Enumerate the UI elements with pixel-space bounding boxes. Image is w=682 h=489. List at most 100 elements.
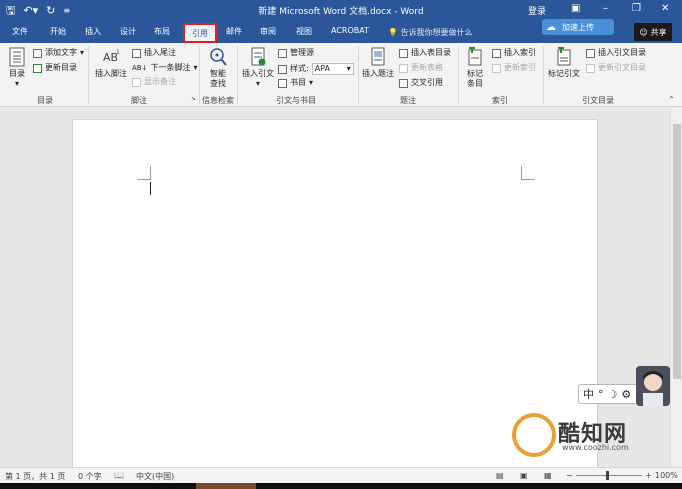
tab-design[interactable]: 设计: [120, 26, 136, 37]
update-toc-button[interactable]: 更新目录: [33, 63, 77, 73]
tab-layout[interactable]: 布局: [154, 26, 170, 37]
gear-icon[interactable]: ⚙: [621, 388, 631, 401]
text-cursor: [150, 182, 151, 195]
insert-caption-button[interactable]: 插入题注: [361, 47, 395, 79]
zoom-level[interactable]: 100%: [655, 471, 678, 480]
group-label-authorities: 引文目录: [582, 96, 614, 105]
next-footnote-button[interactable]: AB↓ 下一条脚注 ▾: [132, 63, 197, 73]
minimize-icon[interactable]: –: [603, 3, 608, 14]
group-separator: [458, 46, 459, 104]
toc-button[interactable]: 目录 ▾: [6, 47, 28, 89]
smart-lookup-icon: [210, 48, 227, 66]
style-select[interactable]: APA ▾: [311, 63, 354, 75]
language-indicator[interactable]: 中文(中国): [136, 471, 174, 482]
print-layout-icon[interactable]: ▣: [520, 471, 528, 480]
next-footnote-icon: AB↓: [132, 64, 148, 72]
update-index-icon: [492, 63, 501, 73]
update-table-icon: [399, 63, 408, 73]
dropdown-arrow-icon: ▾: [80, 48, 85, 57]
web-layout-icon[interactable]: ▦: [544, 471, 552, 480]
avatar-image-icon: [636, 366, 670, 406]
smart-lookup-button[interactable]: 智能 查找: [206, 47, 230, 89]
sync-upload-button[interactable]: ☁ 加速上传: [542, 19, 614, 35]
tab-review[interactable]: 审阅: [260, 26, 276, 37]
dropdown-arrow-icon: ▾: [255, 79, 260, 88]
toc-icon: [9, 47, 25, 67]
update-toc-icon: [33, 63, 42, 73]
tab-acrobat[interactable]: ACROBAT: [331, 26, 369, 35]
update-toa-icon: [586, 63, 595, 73]
footnote-icon: AB1: [103, 49, 120, 64]
ime-toolbar[interactable]: 中 ° ☽ ⚙: [578, 384, 638, 404]
mark-entry-button[interactable]: 标记 条目: [463, 47, 487, 89]
update-toa-button[interactable]: 更新引文目录: [586, 63, 646, 73]
insert-endnote-button[interactable]: 插入尾注: [132, 48, 176, 58]
insert-citation-icon: [251, 47, 266, 66]
update-table-button[interactable]: 更新表格: [399, 63, 443, 73]
manage-sources-button[interactable]: 管理源: [278, 48, 314, 58]
login-link[interactable]: 登录: [528, 4, 546, 17]
tab-references[interactable]: 引用: [183, 23, 217, 43]
svg-text:1: 1: [116, 49, 120, 56]
read-mode-icon[interactable]: ▤: [496, 471, 504, 480]
update-index-button[interactable]: 更新索引: [492, 63, 536, 73]
tab-mailings[interactable]: 邮件: [226, 26, 242, 37]
cross-reference-icon: [399, 78, 408, 88]
insert-citation-button[interactable]: 插入引文 ▾: [241, 47, 275, 89]
tab-home[interactable]: 开始: [50, 26, 66, 37]
group-separator: [237, 46, 238, 104]
style-icon: [278, 64, 287, 74]
moon-icon[interactable]: ☽: [608, 388, 618, 401]
manage-sources-icon: [278, 48, 287, 58]
mark-citation-icon: [557, 47, 571, 66]
avatar: [636, 366, 670, 406]
insert-table-of-figures-button[interactable]: 插入表目录: [399, 48, 451, 58]
vertical-scrollbar[interactable]: [670, 108, 682, 467]
group-label-citations: 引文与书目: [276, 96, 316, 105]
page-count[interactable]: 第 1 页，共 1 页: [5, 471, 65, 482]
collapse-ribbon-icon[interactable]: ⌃: [668, 95, 675, 104]
group-label-toc: 目录: [37, 96, 53, 105]
person-icon: ☺: [639, 27, 648, 37]
proofing-icon[interactable]: 📖: [114, 471, 124, 480]
style-control: 样式: APA ▾: [278, 63, 354, 75]
word-count[interactable]: 0 个字: [78, 471, 102, 482]
group-separator: [543, 46, 544, 104]
tab-insert[interactable]: 插入: [85, 26, 101, 37]
bibliography-icon: [278, 78, 287, 88]
ribbon-display-icon[interactable]: ▣: [571, 3, 580, 14]
tab-view[interactable]: 视图: [296, 26, 312, 37]
dialog-launcher-icon[interactable]: ↘: [191, 95, 196, 102]
show-notes-button[interactable]: 显示备注: [132, 77, 176, 87]
coozhi-logo-icon: [512, 413, 556, 457]
endnote-icon: [132, 48, 141, 58]
ime-punctuation-indicator[interactable]: °: [598, 388, 604, 401]
group-separator: [358, 46, 359, 104]
crop-mark: [521, 166, 535, 180]
tell-me-search[interactable]: 💡 告诉我你想要做什么: [388, 27, 473, 38]
mark-citation-button[interactable]: 标记引文: [547, 47, 581, 79]
bibliography-button[interactable]: 书目 ▾: [278, 78, 313, 88]
group-label-captions: 题注: [400, 96, 416, 105]
insert-toa-button[interactable]: 插入引文目录: [586, 48, 646, 58]
taskbar-active-app[interactable]: [196, 483, 256, 489]
scrollbar-thumb[interactable]: [673, 124, 681, 379]
zoom-slider-thumb[interactable]: [606, 471, 609, 480]
document-page[interactable]: [72, 119, 598, 467]
insert-footnote-button[interactable]: AB 1 插入脚注: [94, 47, 128, 79]
zoom-slider[interactable]: [576, 475, 642, 476]
tab-file[interactable]: 文件: [12, 26, 28, 37]
restore-icon[interactable]: ❐: [632, 3, 641, 14]
add-text-button[interactable]: 添加文字 ▾: [33, 48, 84, 58]
zoom-out-icon[interactable]: −: [566, 471, 573, 480]
ime-language-indicator[interactable]: 中: [583, 386, 594, 402]
share-button[interactable]: ☺ 共享: [634, 23, 672, 41]
cloud-icon: ☁: [546, 21, 556, 33]
zoom-in-icon[interactable]: +: [645, 471, 652, 480]
dropdown-arrow-icon: ▾: [193, 63, 198, 72]
close-icon[interactable]: ✕: [661, 3, 669, 14]
cross-reference-button[interactable]: 交叉引用: [399, 78, 443, 88]
insert-index-button[interactable]: 插入索引: [492, 48, 536, 58]
group-label-footnotes: 脚注: [131, 96, 147, 105]
dropdown-arrow-icon: ▾: [346, 64, 351, 73]
